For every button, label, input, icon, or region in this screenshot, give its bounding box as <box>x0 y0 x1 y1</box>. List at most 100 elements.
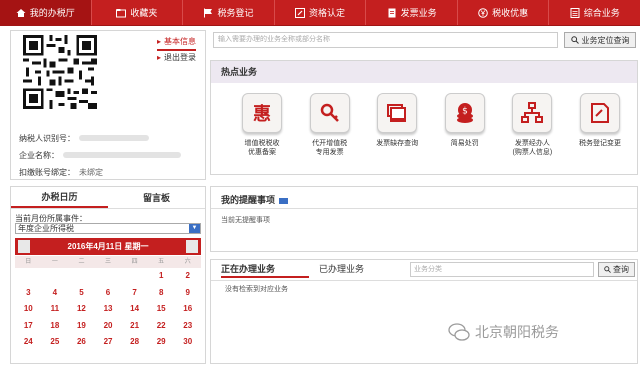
calendar-day[interactable]: 30 <box>174 334 201 351</box>
tab-completed[interactable]: 已办理业务 <box>319 262 364 276</box>
company-label: 企业名称： <box>19 151 59 160</box>
calendar-day <box>95 268 122 285</box>
tab-message-board[interactable]: 留言板 <box>108 187 205 208</box>
calendar-day[interactable]: 19 <box>68 318 95 335</box>
calendar-day[interactable]: 26 <box>68 334 95 351</box>
info-links: ▸ 基本信息 ▸ 退出登录 <box>157 35 197 65</box>
stack-icon <box>377 93 418 133</box>
basic-info-label: 基本信息 <box>164 37 197 46</box>
calendar-day[interactable]: 29 <box>148 334 175 351</box>
folder-icon <box>116 8 127 17</box>
search-bar: 输入需要办理的业务全称或部分名称 业务定位查询 <box>213 30 637 56</box>
calendar-day[interactable]: 12 <box>68 301 95 318</box>
arrow-icon: ▸ <box>157 37 162 46</box>
calendar-day[interactable]: 3 <box>15 285 42 302</box>
hot-item-issue-vat-invoice[interactable]: 代开增值税 专用发票 <box>299 93 361 157</box>
invoice-icon <box>388 8 396 17</box>
qr-code[interactable] <box>23 35 97 109</box>
calendar-day[interactable]: 21 <box>121 318 148 335</box>
hot-services-title: 热点业务 <box>211 61 637 83</box>
chevron-down-icon: ▼ <box>189 224 200 233</box>
calendar-day[interactable]: 15 <box>148 301 175 318</box>
reminders-title: 我的提醒事项 <box>221 193 289 206</box>
nav-tax-benefit[interactable]: 税收优惠 <box>458 0 550 25</box>
calendar-day[interactable]: 7 <box>121 285 148 302</box>
basic-info-link[interactable]: ▸ 基本信息 <box>157 35 197 51</box>
calendar-day[interactable]: 6 <box>95 285 122 302</box>
calendar-day[interactable]: 11 <box>42 301 69 318</box>
business-empty-text: 没有检索到对应业务 <box>225 286 288 293</box>
hot-item-label: 税务登记变更 <box>578 140 621 147</box>
calendar-day[interactable]: 4 <box>42 285 69 302</box>
calendar-day[interactable]: 17 <box>15 318 42 335</box>
search-button[interactable]: 业务定位查询 <box>564 32 636 48</box>
hot-item-invoice-agent[interactable]: 发票经办人 (购票人信息) <box>501 93 563 157</box>
nav-favorites[interactable]: 收藏夹 <box>92 0 184 25</box>
hot-item-label: 简易处罚 <box>450 140 479 147</box>
calendar-day[interactable]: 1 <box>148 268 175 285</box>
calendar-grid: 日 一 二 三 四 五 六 1 2 3 4 5 6 7 8 9 10 11 12 13 14 15 16 17 1… <box>15 256 201 351</box>
nav-label: 税务登记 <box>217 8 254 18</box>
calendar-header: 2016年4月11日 星期一 <box>15 238 201 255</box>
redacted-value <box>79 135 149 141</box>
hot-item-registration-change[interactable]: 税务登记变更 <box>569 93 631 157</box>
hot-item-invoice-query[interactable]: 发票缺存查询 <box>366 93 428 157</box>
calendar-day[interactable]: 9 <box>174 285 201 302</box>
calendar-day[interactable]: 18 <box>42 318 69 335</box>
edit-icon <box>295 7 306 18</box>
calendar-day[interactable]: 20 <box>95 318 122 335</box>
divider <box>211 280 637 281</box>
calendar-day[interactable]: 5 <box>68 285 95 302</box>
prev-month-button[interactable] <box>18 240 30 253</box>
calendar-day[interactable]: 27 <box>95 334 122 351</box>
logout-link[interactable]: ▸ 退出登录 <box>157 51 196 65</box>
weekday-row: 日 一 二 三 四 五 六 <box>15 256 201 268</box>
search-icon <box>570 36 579 44</box>
hot-item-simple-penalty[interactable]: $ 简易处罚 <box>434 93 496 157</box>
weekday: 五 <box>158 259 165 265</box>
calendar-day[interactable]: 24 <box>15 334 42 351</box>
calendar-day[interactable]: 10 <box>15 301 42 318</box>
calendar-day[interactable]: 23 <box>174 318 201 335</box>
svg-text:$: $ <box>462 107 468 117</box>
query-button[interactable]: 查询 <box>598 262 635 277</box>
tab-in-progress[interactable]: 正在办理业务 <box>221 262 309 278</box>
calendar-week-row: 10 11 12 13 14 15 16 <box>15 301 201 318</box>
nav-invoice[interactable]: 发票业务 <box>366 0 458 25</box>
event-select[interactable]: 年度企业所得税 ▼ <box>15 223 201 234</box>
bank-row: 扣缴账号绑定： 未绑定 <box>19 164 181 181</box>
weekday: 三 <box>105 259 112 265</box>
event-select-value: 年度企业所得税 <box>18 224 74 233</box>
coin-icon: $ <box>444 93 485 133</box>
business-panel: 正在办理业务 已办理业务 业务分类 查询 没有检索到对应业务 <box>210 259 638 364</box>
calendar-day[interactable]: 16 <box>174 301 201 318</box>
calendar-week-row: 3456789 <box>15 285 201 302</box>
taxpayer-info-panel: ▸ 基本信息 ▸ 退出登录 纳税人识别号： 企业名称： 扣缴账号绑定： 未绑定 <box>10 30 206 180</box>
calendar-date: 2016年4月11日 星期一 <box>67 242 149 251</box>
calendar-day[interactable]: 2 <box>174 268 201 285</box>
search-input[interactable]: 输入需要办理的业务全称或部分名称 <box>213 32 558 48</box>
calendar-day[interactable]: 8 <box>148 285 175 302</box>
next-month-button[interactable] <box>186 240 198 253</box>
nav-general[interactable]: 综合业务 <box>549 0 640 25</box>
nav-home[interactable]: 我的办税厅 <box>0 0 92 25</box>
hot-item-label: 发票经办人 (购票人信息) <box>512 140 553 156</box>
calendar-day[interactable]: 22 <box>148 318 175 335</box>
doc-edit-icon <box>579 93 620 133</box>
calendar-day[interactable]: 13 <box>95 301 122 318</box>
business-category-input[interactable]: 业务分类 <box>410 262 594 277</box>
hot-item-vat-benefit[interactable]: 惠 增值税税收 优惠备案 <box>231 93 293 157</box>
nav-label: 收藏夹 <box>130 8 158 18</box>
nav-registration[interactable]: 税务登记 <box>183 0 275 25</box>
weekday: 二 <box>78 259 85 265</box>
watermark: 北京朝阳税务 <box>448 322 559 342</box>
calendar-day <box>68 268 95 285</box>
nav-qualification[interactable]: 资格认定 <box>275 0 367 25</box>
search-button-label: 业务定位查询 <box>581 35 630 45</box>
tab-tax-calendar[interactable]: 办税日历 <box>11 187 108 208</box>
calendar-day[interactable]: 25 <box>42 334 69 351</box>
logout-label: 退出登录 <box>164 53 197 62</box>
calendar-day[interactable]: 14 <box>121 301 148 318</box>
calendar-day[interactable]: 28 <box>121 334 148 351</box>
hot-services-list: 惠 增值税税收 优惠备案 代开增值税 专用发票 发票缺存查询 $ 简易处罚 发票… <box>231 93 631 157</box>
